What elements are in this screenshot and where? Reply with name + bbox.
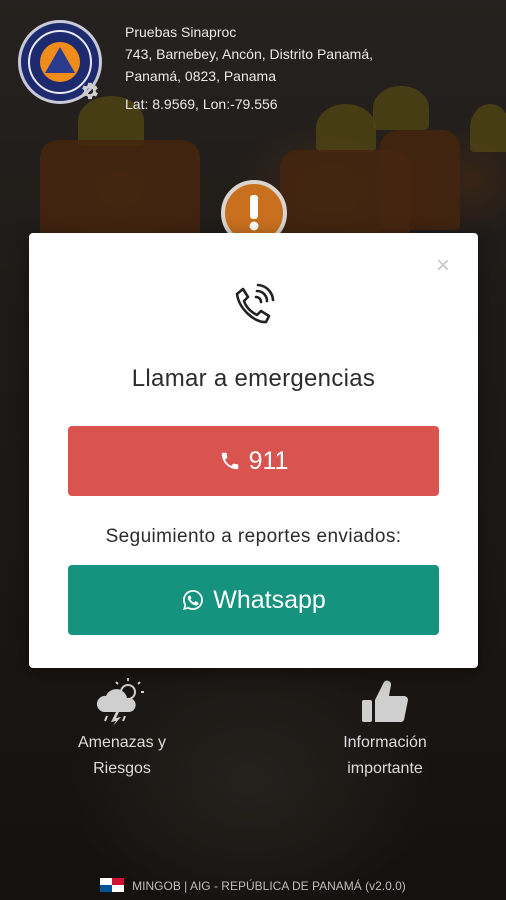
emergency-call-dialog: × Llamar a emergencias 911 Seguimiento a… bbox=[29, 233, 478, 668]
close-icon[interactable]: × bbox=[432, 254, 454, 278]
panama-flag-icon bbox=[100, 878, 125, 892]
weather-storm-icon bbox=[96, 678, 144, 726]
menu-amenazas-riesgos[interactable]: Amenazas y Riesgos bbox=[62, 676, 182, 782]
whatsapp-button[interactable]: Whatsapp bbox=[68, 565, 439, 635]
footer-text: MINGOB | AIG - REPÚBLICA DE PANAMÁ (v2.0… bbox=[132, 879, 406, 893]
thumbs-up-icon bbox=[362, 680, 408, 723]
alert-icon bbox=[249, 195, 259, 231]
tracking-label: Seguimiento a reportes enviados: bbox=[105, 526, 402, 547]
coordinates: Lat: 8.9569, Lon:-79.556 bbox=[125, 96, 278, 112]
menu-item-1-line2: Riesgos bbox=[93, 760, 151, 777]
call-button-label: 911 bbox=[248, 446, 289, 475]
menu-item-2-line2: importante bbox=[347, 760, 423, 777]
whatsapp-icon bbox=[183, 590, 204, 610]
call-911-button[interactable]: 911 bbox=[68, 426, 439, 496]
settings-gear-icon[interactable] bbox=[78, 80, 100, 102]
account-name: Pruebas Sinaproc bbox=[125, 24, 237, 40]
menu-informacion-importante[interactable]: Información importante bbox=[325, 676, 445, 782]
address-line-1: 743, Barnebey, Ancón, Distrito Panamá, bbox=[125, 46, 373, 62]
dialog-title: Llamar a emergencias bbox=[131, 365, 376, 392]
phone-icon bbox=[221, 452, 238, 470]
menu-item-1-line1: Amenazas y bbox=[77, 734, 167, 751]
whatsapp-button-label: Whatsapp bbox=[213, 585, 326, 614]
location-info: Pruebas Sinaproc 743, Barnebey, Ancón, D… bbox=[125, 21, 373, 87]
address-line-2: Panamá, 0823, Panama bbox=[125, 68, 276, 84]
phone-ringing-icon bbox=[235, 283, 275, 324]
menu-item-2-line1: Información bbox=[343, 734, 427, 751]
footer: MINGOB | AIG - REPÚBLICA DE PANAMÁ (v2.0… bbox=[0, 878, 506, 893]
